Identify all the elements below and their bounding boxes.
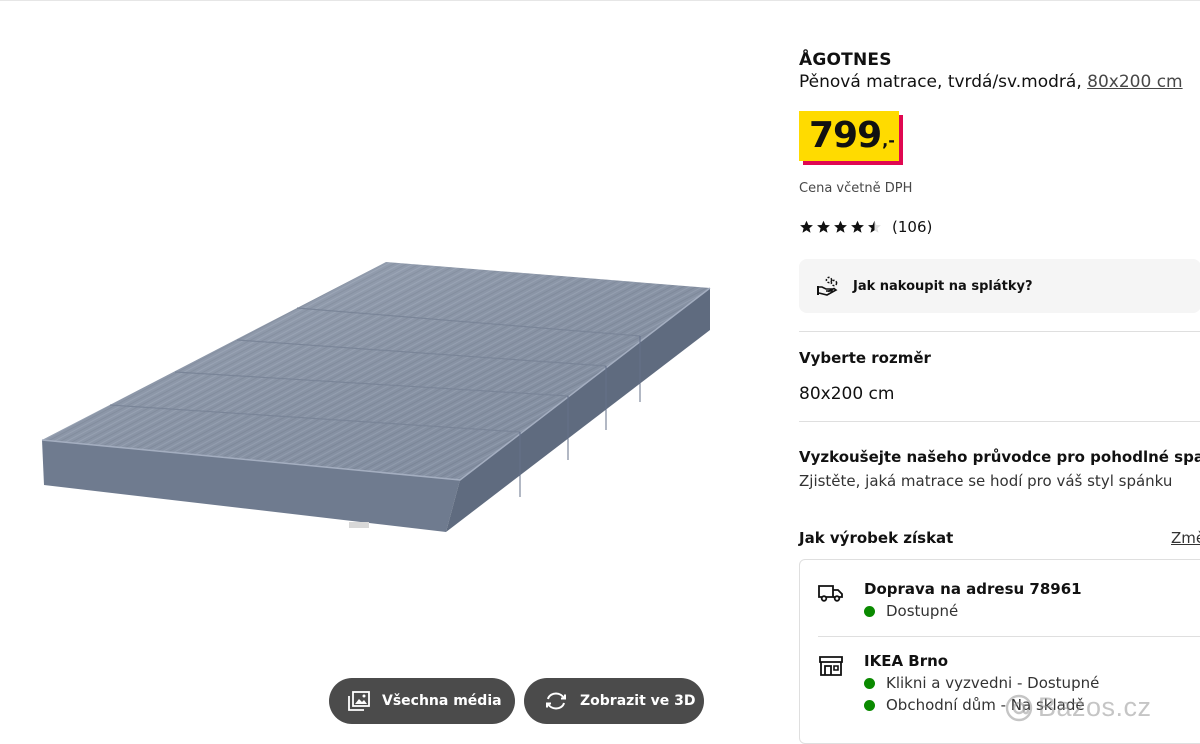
at-sign-icon <box>1004 693 1034 723</box>
star-icon <box>834 220 847 233</box>
delivery-option[interactable]: Doprava na adresu 78961 Dostupné <box>818 580 1082 620</box>
size-selector[interactable]: 80x200 cm <box>799 384 894 404</box>
star-icon <box>817 220 830 233</box>
view-3d-label: Zobrazit ve 3D <box>580 693 696 709</box>
delivery-status-text: Dostupné <box>886 602 959 620</box>
status-dot <box>864 677 875 689</box>
size-section-title: Vyberte rozměr <box>799 349 931 367</box>
product-description: Pěnová matrace, tvrdá/sv.modrá, 80x200 c… <box>799 72 1183 92</box>
availability-title: Jak výrobek získat <box>799 529 954 547</box>
star-icon <box>868 220 881 233</box>
watermark: Bazos.cz <box>1004 692 1152 723</box>
click-collect-text: Klikni a vyzvedni - Dostupné <box>886 674 1100 692</box>
click-collect-status: Klikni a vyzvedni - Dostupné <box>864 674 1099 692</box>
divider <box>799 331 1200 332</box>
status-dot <box>864 699 875 711</box>
product-name: ÅGOTNES <box>799 50 892 70</box>
all-media-button[interactable]: Všechna média <box>329 678 515 724</box>
rotate-3d-icon <box>544 692 568 710</box>
price-tag: 799 ,- <box>799 111 903 165</box>
price-suffix: ,- <box>882 131 895 150</box>
truck-icon <box>818 580 846 620</box>
sleep-guide-subtitle: Zjistěte, jaká matrace se hodí pro váš s… <box>799 472 1173 490</box>
watermark-text: Bazos.cz <box>1038 692 1152 722</box>
sleep-guide-link[interactable]: Vyzkoušejte našeho průvodce pro pohodlné… <box>799 448 1200 466</box>
divider <box>799 421 1200 422</box>
price-value: 799 <box>809 115 882 156</box>
product-panel: ÅGOTNES Pěnová matrace, tvrdá/sv.modrá, … <box>799 0 1200 744</box>
view-3d-button[interactable]: Zobrazit ve 3D <box>524 678 704 724</box>
review-count[interactable]: (106) <box>892 218 932 236</box>
delivery-status: Dostupné <box>864 602 1082 620</box>
installments-label: Jak nakoupit na splátky? <box>853 278 1033 294</box>
delivery-title: Doprava na adresu 78961 <box>864 580 1082 598</box>
star-icon <box>851 220 864 233</box>
store-title: IKEA Brno <box>864 652 949 670</box>
change-location-link[interactable]: Změ <box>1171 529 1200 547</box>
product-size-link[interactable]: 80x200 cm <box>1087 72 1182 92</box>
hand-coins-icon <box>815 276 839 296</box>
gallery-icon <box>348 691 370 711</box>
store-icon <box>818 652 846 714</box>
product-media: Všechna média Zobrazit ve 3D <box>0 0 760 741</box>
rating[interactable]: (106) <box>799 218 932 236</box>
price-box: 799 ,- <box>799 111 899 161</box>
star-icon <box>800 220 813 233</box>
installments-button[interactable]: Jak nakoupit na splátky? <box>799 259 1200 313</box>
status-dot <box>864 605 875 617</box>
card-divider <box>818 636 1200 637</box>
vat-note: Cena včetně DPH <box>799 181 913 196</box>
all-media-label: Všechna média <box>382 693 502 709</box>
rating-stars <box>799 220 882 234</box>
product-image[interactable] <box>0 0 760 741</box>
delivery-info: Doprava na adresu 78961 Dostupné <box>864 580 1082 620</box>
product-description-text: Pěnová matrace, tvrdá/sv.modrá, <box>799 72 1082 92</box>
